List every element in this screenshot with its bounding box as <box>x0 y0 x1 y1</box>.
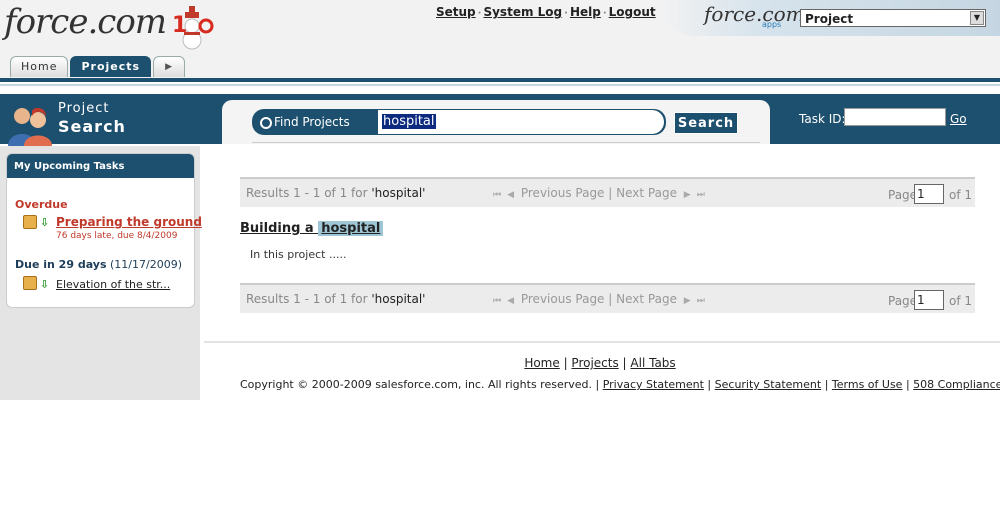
prev-arrow-icon[interactable]: ◀ <box>507 190 514 200</box>
search-icon <box>260 117 272 129</box>
find-projects-label: Find Projects <box>274 115 350 129</box>
help-link[interactable]: Help <box>570 5 601 19</box>
copyright-line: Copyright © 2000-2009 salesforce.com, in… <box>240 378 1000 391</box>
first-page-icon[interactable]: ⏮ <box>493 190 501 200</box>
task-icon <box>23 215 37 229</box>
project-search-title-line1: Project <box>58 101 110 116</box>
page-input[interactable]: 1 <box>914 184 944 204</box>
footer-divider <box>204 341 1000 343</box>
page-of-label: of 1 <box>949 294 973 308</box>
pager-nav: ⏮ ◀ Previous Page | Next Page ▶ ⏭ <box>490 186 708 200</box>
logo-text: force.com <box>4 2 167 42</box>
low-priority-arrow-icon: ⇩ <box>40 278 50 291</box>
pager-separator: | <box>608 292 613 306</box>
task-id-input[interactable] <box>844 108 946 126</box>
page-label: Page <box>888 294 918 308</box>
header-divider-light <box>0 84 1000 86</box>
search-input[interactable]: hospital <box>378 110 664 134</box>
find-projects-box: Find Projects hospital <box>252 109 666 135</box>
result-title-link[interactable]: Building a hospital <box>240 221 384 236</box>
due-label-date: (11/17/2009) <box>110 258 182 271</box>
terms-of-use-link[interactable]: Terms of Use <box>832 378 903 391</box>
force-apps-logo: force.com <box>704 2 805 26</box>
chevron-right-icon: ▶ <box>165 62 174 72</box>
prev-arrow-icon[interactable]: ◀ <box>507 296 514 306</box>
panel-divider <box>252 142 760 143</box>
last-page-icon[interactable]: ⏭ <box>697 296 705 306</box>
dropdown-arrow-icon: ▼ <box>970 11 984 25</box>
force-logo[interactable]: force.com <box>4 2 167 42</box>
app-switcher-area: force.com apps Project ▼ <box>660 0 1000 36</box>
result-snippet: In this project ..... <box>250 248 347 261</box>
overdue-label: Overdue <box>15 198 68 211</box>
previous-page-link[interactable]: Previous Page <box>521 186 605 200</box>
results-summary: Results 1 - 1 of 1 for 'hospital' <box>246 292 425 306</box>
system-log-link[interactable]: System Log <box>483 5 562 19</box>
overdue-task-link[interactable]: Preparing the ground <box>56 215 202 229</box>
next-page-link[interactable]: Next Page <box>616 186 677 200</box>
next-arrow-icon[interactable]: ▶ <box>684 190 691 200</box>
first-page-icon[interactable]: ⏮ <box>493 296 501 306</box>
due-label-days: Due in 29 days <box>15 258 107 271</box>
footer-all-tabs-link[interactable]: All Tabs <box>630 356 675 370</box>
page-label: Page <box>888 188 918 202</box>
results-pager-top: Results 1 - 1 of 1 for 'hospital' ⏮ ◀ Pre… <box>240 177 975 207</box>
page-input[interactable]: 1 <box>914 290 944 310</box>
next-arrow-icon[interactable]: ▶ <box>684 296 691 306</box>
results-pager-bottom: Results 1 - 1 of 1 for 'hospital' ⏮ ◀ Pre… <box>240 283 975 313</box>
tab-bar: Home Projects ▶ <box>10 56 186 78</box>
results-summary: Results 1 - 1 of 1 for 'hospital' <box>246 186 425 200</box>
overdue-task-detail: 76 days late, due 8/4/2009 <box>56 231 178 241</box>
people-icon <box>8 107 52 146</box>
search-button[interactable]: Search <box>674 112 738 134</box>
task-icon <box>23 276 37 290</box>
result-title-highlight: hospital <box>318 221 384 236</box>
result-title-prefix: Building a <box>240 221 319 236</box>
privacy-statement-link[interactable]: Privacy Statement <box>603 378 704 391</box>
top-header: force.com 1 Home Projects ▶ Setup · System… <box>0 0 1000 80</box>
more-tabs-button[interactable]: ▶ <box>153 56 186 77</box>
search-input-value: hospital <box>382 114 436 129</box>
results-summary-query: 'hospital' <box>371 186 426 200</box>
upcoming-tasks-panel: My Upcoming Tasks Overdue ⇩ Preparing th… <box>6 153 202 308</box>
snowman-icon: 1 <box>172 6 214 50</box>
results-summary-query: 'hospital' <box>371 292 426 306</box>
footer-home-link[interactable]: Home <box>524 356 559 370</box>
pager-nav: ⏮ ◀ Previous Page | Next Page ▶ ⏭ <box>490 292 708 306</box>
low-priority-arrow-icon: ⇩ <box>40 216 50 229</box>
previous-page-link[interactable]: Previous Page <box>521 292 605 306</box>
security-statement-link[interactable]: Security Statement <box>715 378 822 391</box>
top-links: Setup · System Log · Help · Logout <box>436 5 656 19</box>
due-task-link[interactable]: Elevation of the str... <box>56 278 170 291</box>
page-of-label: of 1 <box>949 188 973 202</box>
logout-link[interactable]: Logout <box>609 5 656 19</box>
header-divider <box>0 78 1000 82</box>
results-summary-prefix: Results 1 - 1 of 1 for <box>246 186 372 200</box>
next-page-link[interactable]: Next Page <box>616 292 677 306</box>
task-id-label: Task ID: <box>799 112 846 126</box>
footer-projects-link[interactable]: Projects <box>571 356 618 370</box>
task-id-go-link[interactable]: Go <box>950 112 967 126</box>
upcoming-tasks-header: My Upcoming Tasks <box>7 154 194 178</box>
copyright-text: Copyright © 2000-2009 salesforce.com, in… <box>240 378 600 391</box>
setup-link[interactable]: Setup <box>436 5 476 19</box>
due-label: Due in 29 days (11/17/2009) <box>15 258 182 271</box>
apps-label: apps <box>762 20 782 29</box>
search-panel: Find Projects hospital Search <box>222 100 770 144</box>
app-selector[interactable]: Project ▼ <box>800 9 986 27</box>
footer-links: Home | Projects | All Tabs <box>524 356 676 370</box>
last-page-icon[interactable]: ⏭ <box>697 190 705 200</box>
tab-projects[interactable]: Projects <box>70 56 152 77</box>
results-summary-prefix: Results 1 - 1 of 1 for <box>246 292 372 306</box>
pager-separator: | <box>608 186 613 200</box>
tab-home[interactable]: Home <box>10 56 69 77</box>
app-selector-value: Project <box>805 12 854 26</box>
project-search-title-line2: Search <box>58 117 126 136</box>
compliance-508-link[interactable]: 508 Compliance <box>913 378 1000 391</box>
